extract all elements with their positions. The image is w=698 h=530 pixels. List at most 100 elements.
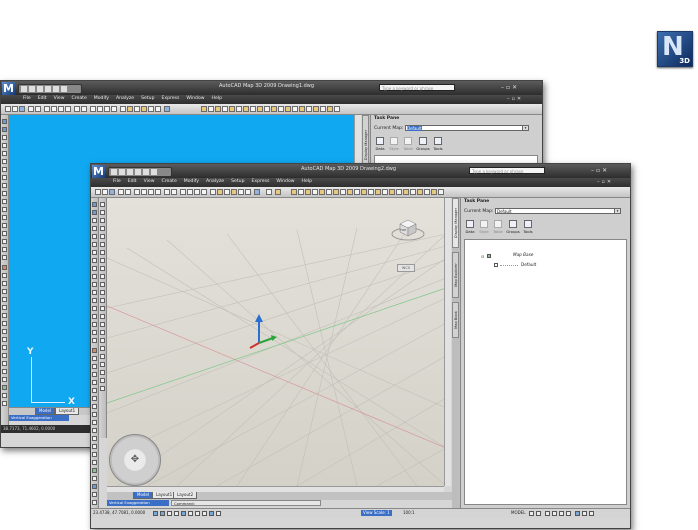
map-tool-5-icon[interactable]: [319, 189, 325, 195]
properties-icon[interactable]: [120, 106, 126, 112]
map-tool-3-icon[interactable]: [215, 106, 221, 112]
copy-object-icon[interactable]: [2, 273, 7, 278]
ellipse-icon[interactable]: [92, 274, 97, 279]
table-icon[interactable]: [92, 330, 97, 335]
otrack-toggle-icon[interactable]: [188, 511, 193, 516]
scale-icon[interactable]: [92, 404, 97, 409]
region-icon[interactable]: [92, 322, 97, 327]
menu-view[interactable]: View: [144, 179, 155, 184]
map-tool-6-icon[interactable]: [236, 106, 242, 112]
zoom-realtime-icon[interactable]: [97, 106, 103, 112]
fillet-icon[interactable]: [92, 460, 97, 465]
revcloud-icon[interactable]: [2, 175, 7, 180]
map-tool-8-icon[interactable]: [250, 106, 256, 112]
modify-tool-icon[interactable]: [100, 330, 105, 335]
application-menu-button[interactable]: M: [92, 165, 105, 178]
tool-palette-icon[interactable]: [134, 106, 140, 112]
explode-icon[interactable]: [2, 385, 7, 390]
paste-icon[interactable]: [148, 189, 154, 195]
chamfer-icon[interactable]: [2, 369, 7, 374]
tool-style[interactable]: Style: [478, 220, 490, 234]
mtext-icon[interactable]: [2, 255, 7, 260]
tool-style[interactable]: Style: [388, 137, 400, 151]
menu-view[interactable]: View: [54, 96, 65, 101]
array-icon[interactable]: [92, 380, 97, 385]
chamfer-icon[interactable]: [92, 452, 97, 457]
front-active-tab[interactable]: Vertical Exaggeration: [107, 500, 169, 506]
hatch-icon[interactable]: [92, 306, 97, 311]
undo-icon[interactable]: [164, 189, 170, 195]
rectangle-icon[interactable]: [92, 234, 97, 239]
cut-icon[interactable]: [134, 189, 140, 195]
match-icon[interactable]: [155, 189, 161, 195]
preview-icon[interactable]: [125, 189, 131, 195]
showmotion-icon[interactable]: [566, 511, 571, 516]
lineweight-toggle-icon[interactable]: [209, 511, 214, 516]
menu-express[interactable]: Express: [161, 96, 179, 101]
menu-window[interactable]: Window: [186, 96, 204, 101]
tree-expand-icon[interactable]: ⊟: [481, 254, 484, 259]
tab-map-book[interactable]: Map Book: [452, 302, 459, 338]
back-active-tab[interactable]: Vertical Exaggeration: [9, 415, 69, 421]
line-icon[interactable]: [92, 202, 97, 207]
erase-icon[interactable]: [92, 348, 97, 353]
menu-modify[interactable]: Modify: [94, 96, 109, 101]
offset-icon[interactable]: [92, 372, 97, 377]
scale-icon[interactable]: [2, 321, 7, 326]
extend-icon[interactable]: [2, 345, 7, 350]
join-icon[interactable]: [92, 444, 97, 449]
redo-icon[interactable]: [143, 169, 149, 175]
map-tool-17-icon[interactable]: [403, 189, 409, 195]
point-icon[interactable]: [92, 298, 97, 303]
join-icon[interactable]: [100, 298, 105, 303]
dyn-toggle-icon[interactable]: [202, 511, 207, 516]
ducs-toggle-icon[interactable]: [195, 511, 200, 516]
map-tool-18-icon[interactable]: [410, 189, 416, 195]
gradient-icon[interactable]: [2, 231, 7, 236]
offset-icon[interactable]: [2, 289, 7, 294]
menu-modify[interactable]: Modify: [184, 179, 199, 184]
tab-layout2[interactable]: Layout2: [173, 492, 198, 499]
move-icon[interactable]: [92, 388, 97, 393]
explode-icon[interactable]: [100, 322, 105, 327]
qp-toggle-icon[interactable]: [216, 511, 221, 516]
modify-tool-2-icon[interactable]: [92, 484, 97, 489]
insert-block-icon[interactable]: [2, 199, 7, 204]
new-icon[interactable]: [21, 86, 27, 92]
map-tool-15-icon[interactable]: [389, 189, 395, 195]
menu-help[interactable]: Help: [302, 179, 312, 184]
modify-tool-3-icon[interactable]: [100, 346, 105, 351]
menu-analyze[interactable]: Analyze: [116, 96, 134, 101]
copy-icon[interactable]: [141, 189, 147, 195]
array-icon[interactable]: [100, 234, 105, 239]
preview-icon[interactable]: [35, 106, 41, 112]
undo-icon[interactable]: [45, 86, 51, 92]
break-icon[interactable]: [100, 290, 105, 295]
cursor-icon[interactable]: [266, 189, 272, 195]
pan-icon[interactable]: [545, 511, 550, 516]
modify-tool-icon[interactable]: [2, 393, 7, 398]
table-icon[interactable]: [2, 247, 7, 252]
menu-create[interactable]: Create: [72, 96, 87, 101]
map-tool-19-icon[interactable]: [417, 189, 423, 195]
print-icon[interactable]: [118, 189, 124, 195]
modify-tool-2-icon[interactable]: [100, 338, 105, 343]
copy-object-icon[interactable]: [92, 356, 97, 361]
make-block-icon[interactable]: [92, 290, 97, 295]
map-tool-19-icon[interactable]: [327, 106, 333, 112]
map-tool-16-icon[interactable]: [306, 106, 312, 112]
tab-model[interactable]: Model: [35, 408, 56, 415]
steering-wheel-icon[interactable]: [559, 511, 564, 516]
tree-item-default[interactable]: Default: [521, 262, 536, 267]
map-tool-8-icon[interactable]: [340, 189, 346, 195]
menu-express[interactable]: Express: [251, 179, 269, 184]
wcs-menu[interactable]: WCS: [397, 264, 415, 272]
fillet-icon[interactable]: [2, 377, 7, 382]
trim-icon[interactable]: [100, 274, 105, 279]
save-icon[interactable]: [127, 169, 133, 175]
ellipse-icon[interactable]: [2, 191, 7, 196]
tool-groups[interactable]: Groups: [506, 220, 520, 234]
redo-icon[interactable]: [53, 86, 59, 92]
zoom-window-icon[interactable]: [104, 106, 110, 112]
current-map-select[interactable]: Default ▾: [495, 208, 621, 214]
